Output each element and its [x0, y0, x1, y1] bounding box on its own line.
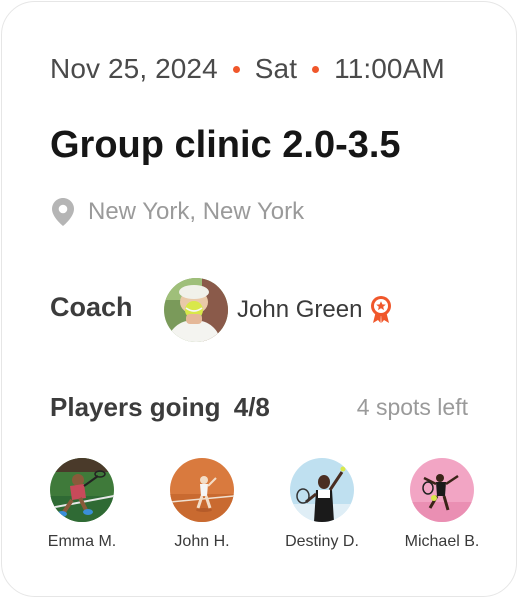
separator-dot-icon — [232, 65, 240, 73]
player-avatar[interactable] — [410, 458, 474, 522]
players-going-label: Players going — [50, 392, 221, 422]
player-avatar[interactable] — [50, 458, 114, 522]
player-item[interactable]: Michael B. — [387, 458, 497, 551]
player-name: Emma M. — [47, 533, 117, 550]
award-ribbon-icon — [371, 296, 392, 323]
coach-name: John Green — [237, 296, 363, 323]
event-time: 11:00AM — [334, 53, 445, 84]
event-day: Sat — [254, 53, 298, 84]
location-pin-icon — [52, 198, 74, 226]
event-date: Nov 25, 2024 — [50, 53, 218, 84]
coach-name-row[interactable]: John Green — [237, 294, 392, 326]
separator-dot-icon — [312, 65, 320, 73]
player-item[interactable]: Destiny D. — [267, 458, 377, 551]
player-avatar[interactable] — [170, 458, 234, 522]
coach-avatar[interactable] — [164, 278, 228, 342]
player-avatar[interactable] — [290, 458, 354, 522]
coach-label: Coach — [50, 292, 133, 322]
spots-left: 4 spots left — [356, 394, 468, 420]
player-name: Destiny D. — [285, 533, 359, 550]
player-name: John H. — [174, 533, 230, 550]
event-location: New York, New York — [52, 196, 304, 228]
event-datetime: Nov 25, 2024 Sat 11:00AM — [50, 50, 445, 88]
event-card[interactable]: Nov 25, 2024 Sat 11:00AM Group clinic 2.… — [1, 1, 517, 597]
player-name: Michael B. — [404, 533, 480, 550]
event-title: Group clinic 2.0-3.5 — [50, 124, 401, 166]
location-text: New York, New York — [88, 198, 305, 225]
player-item[interactable]: John H. — [147, 458, 257, 551]
players-count: 4/8 — [233, 392, 270, 422]
player-item[interactable]: Emma M. — [27, 458, 137, 551]
players-going-heading: Players going 4/8 — [50, 392, 270, 423]
